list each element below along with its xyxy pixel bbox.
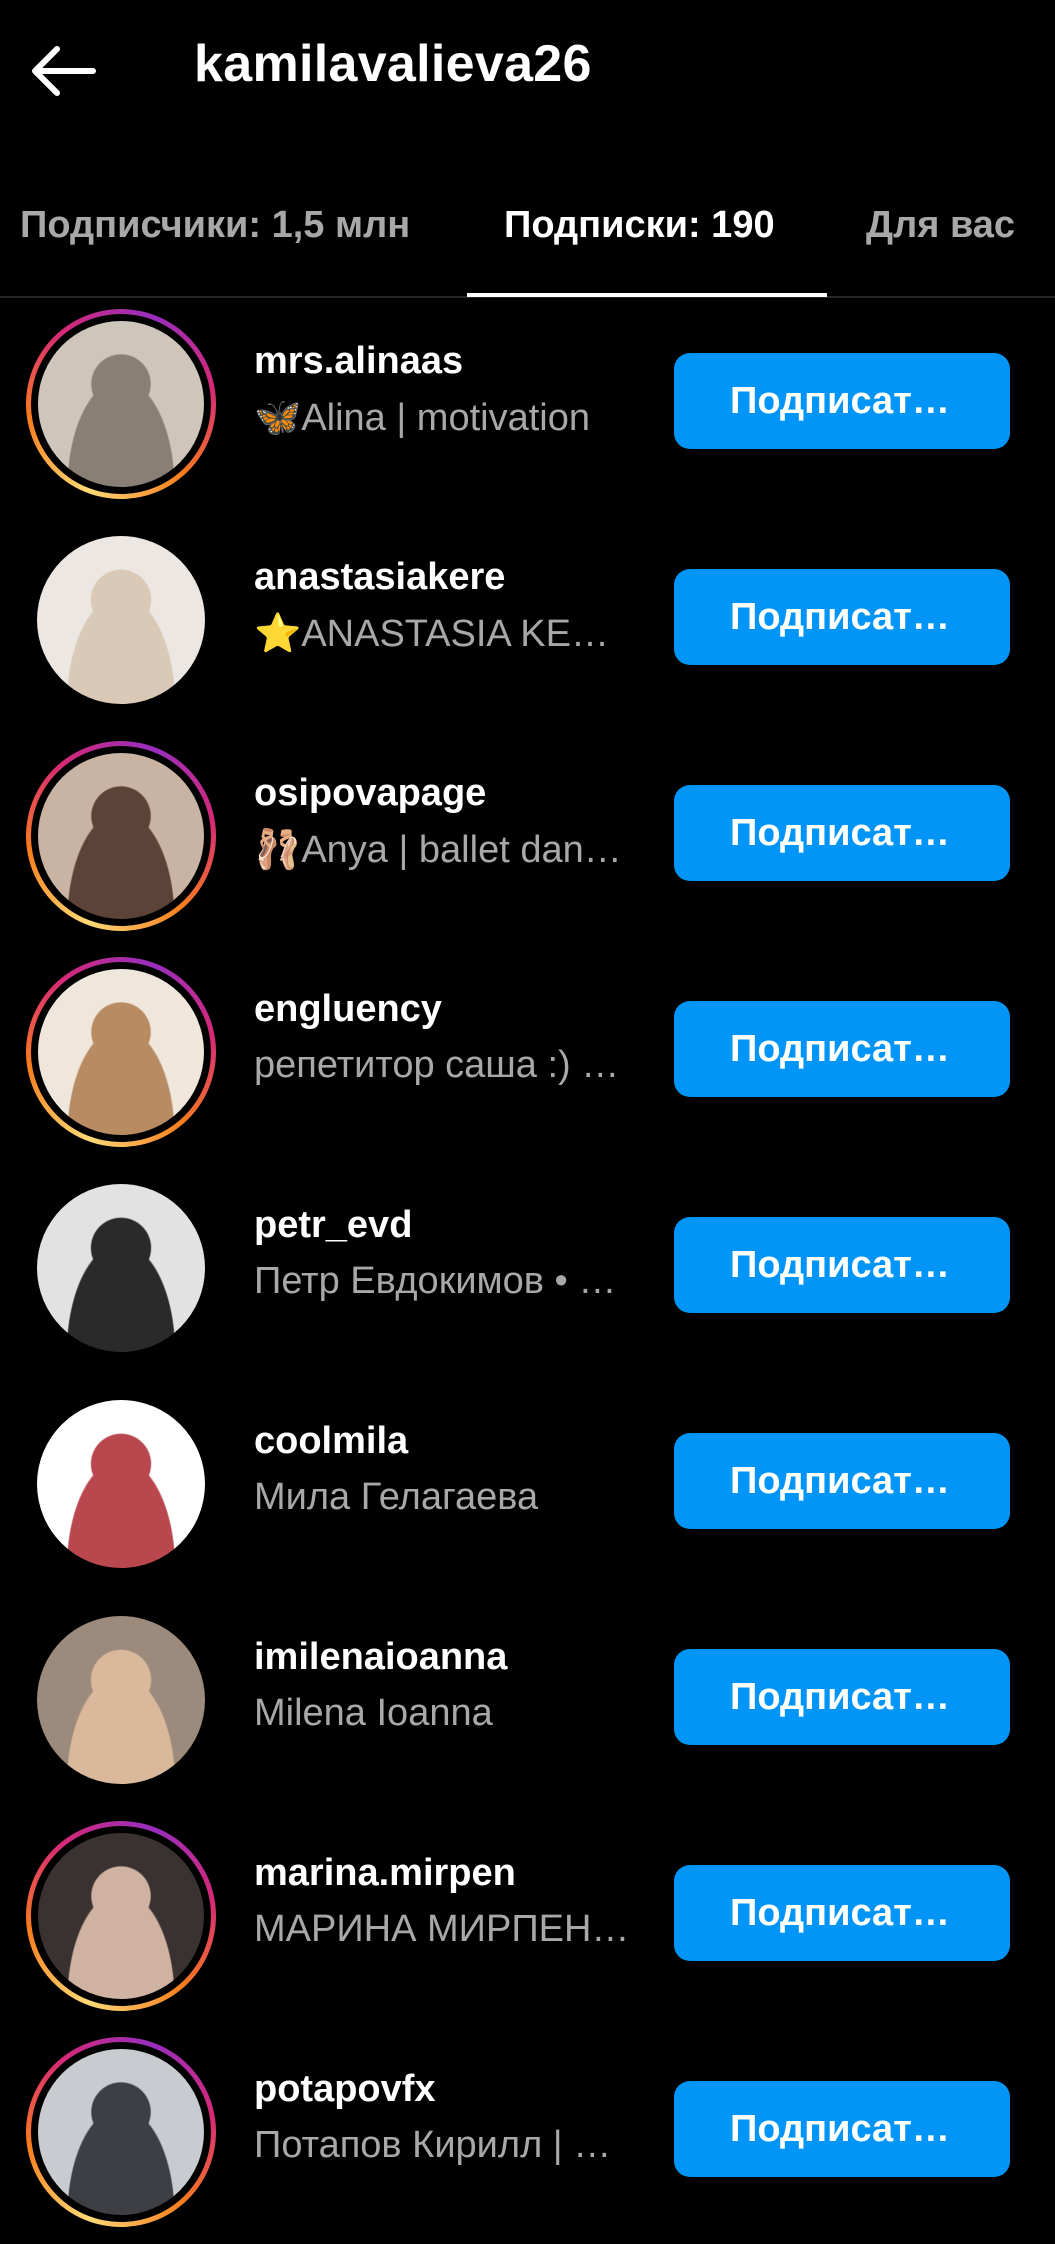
tab-bar: Подписчики: 1,5 млн Подписки: 190 Для ва… [0, 180, 1055, 298]
avatar-story-ring[interactable] [26, 2037, 216, 2227]
account-full-name: репетитор саша :) английский [254, 1044, 634, 1086]
avatar-story-ring[interactable] [26, 1821, 216, 2011]
account-row[interactable]: potapovfx Потапов Кирилл | фотограф Подпис… [0, 2028, 1055, 2244]
account-full-name: Milena Ioanna [254, 1692, 493, 1734]
active-tab-indicator [467, 293, 827, 297]
avatar-story-ring[interactable] [26, 309, 216, 499]
avatar-ring-gap [31, 2042, 211, 2222]
avatar [37, 1616, 205, 1784]
avatar-ring-gap [31, 1826, 211, 2006]
account-row[interactable]: anastasiakere ⭐ANASTASIA KEREZ Подписаться [0, 516, 1055, 732]
follow-button[interactable]: Подписаться [674, 353, 1010, 449]
account-username[interactable]: marina.mirpen [254, 1852, 516, 1895]
tab-followers[interactable]: Подписчики: 1,5 млн [20, 180, 410, 296]
avatar [38, 321, 204, 487]
account-username[interactable]: imilenaioanna [254, 1636, 507, 1679]
account-row[interactable]: marina.mirpen МАРИНА МИРПЕНОВА Подписаться [0, 1812, 1055, 2028]
follow-button[interactable]: Подписаться [674, 785, 1010, 881]
avatar [38, 969, 204, 1135]
avatar-ring-gap [31, 746, 211, 926]
avatar-container[interactable] [26, 1605, 216, 1795]
avatar-container[interactable] [26, 525, 216, 715]
avatar-ring-gap [31, 314, 211, 494]
account-row[interactable]: coolmila Мила Гелагаева Подписаться [0, 1380, 1055, 1596]
follow-button[interactable]: Подписаться [674, 1433, 1010, 1529]
follow-button-label: Подписаться [730, 1243, 954, 1286]
tab-following[interactable]: Подписки: 190 [504, 180, 775, 296]
account-row[interactable]: mrs.alinaas 🦋Alina | motivation Подписатьс… [0, 300, 1055, 516]
account-row[interactable]: engluency репетитор саша :) английский Под… [0, 948, 1055, 1164]
follow-button-label: Подписаться [730, 1675, 954, 1718]
follow-button-label: Подписаться [730, 811, 954, 854]
avatar [38, 1833, 204, 1999]
avatar [37, 536, 205, 704]
account-username[interactable]: potapovfx [254, 2068, 436, 2111]
account-username[interactable]: engluency [254, 988, 442, 1031]
avatar [37, 1184, 205, 1352]
avatar-story-ring[interactable] [26, 957, 216, 1147]
avatar-container[interactable] [26, 1173, 216, 1363]
account-full-name: Петр Евдокимов • артист [254, 1260, 634, 1302]
follow-button-label: Подписаться [730, 1027, 954, 1070]
account-username[interactable]: coolmila [254, 1420, 408, 1463]
follow-button-label: Подписаться [730, 595, 954, 638]
avatar-ring-gap [31, 962, 211, 1142]
follow-button[interactable]: Подписаться [674, 1649, 1010, 1745]
arrow-left-icon [32, 46, 96, 96]
follow-button[interactable]: Подписаться [674, 2081, 1010, 2177]
profile-username-title: kamilavalieva26 [194, 35, 592, 93]
follow-button[interactable]: Подписаться [674, 1865, 1010, 1961]
account-full-name: Мила Гелагаева [254, 1476, 539, 1518]
avatar [38, 2049, 204, 2215]
account-row[interactable]: imilenaioanna Milena Ioanna Подписаться [0, 1596, 1055, 1812]
avatar-story-ring[interactable] [26, 741, 216, 931]
avatar [38, 753, 204, 919]
account-username[interactable]: osipovapage [254, 772, 486, 815]
follow-button-label: Подписаться [730, 379, 954, 422]
account-full-name: МАРИНА МИРПЕНОВА [254, 1908, 634, 1950]
account-full-name: Потапов Кирилл | фотограф [254, 2124, 634, 2166]
follow-button[interactable]: Подписаться [674, 569, 1010, 665]
avatar [37, 1400, 205, 1568]
follow-button-label: Подписаться [730, 1891, 954, 1934]
account-username[interactable]: petr_evd [254, 1204, 412, 1247]
account-username[interactable]: mrs.alinaas [254, 340, 463, 383]
avatar-container[interactable] [26, 1389, 216, 1579]
follow-button-label: Подписаться [730, 1459, 954, 1502]
back-button[interactable] [24, 36, 100, 106]
follow-button-label: Подписаться [730, 2107, 954, 2150]
follow-button[interactable]: Подписаться [674, 1001, 1010, 1097]
account-row[interactable]: osipovapage 🩰Anya | ballet dancer Подписат… [0, 732, 1055, 948]
top-bar: kamilavalieva26 [0, 0, 1055, 140]
account-full-name: 🦋Alina | motivation [254, 397, 590, 439]
account-username[interactable]: anastasiakere [254, 556, 505, 599]
account-full-name: 🩰Anya | ballet dancer [254, 829, 634, 871]
account-full-name: ⭐ANASTASIA KEREZ [254, 613, 634, 655]
account-row[interactable]: petr_evd Петр Евдокимов • артист Подписать… [0, 1164, 1055, 1380]
follow-button[interactable]: Подписаться [674, 1217, 1010, 1313]
tab-for-you[interactable]: Для вас [866, 180, 1015, 296]
